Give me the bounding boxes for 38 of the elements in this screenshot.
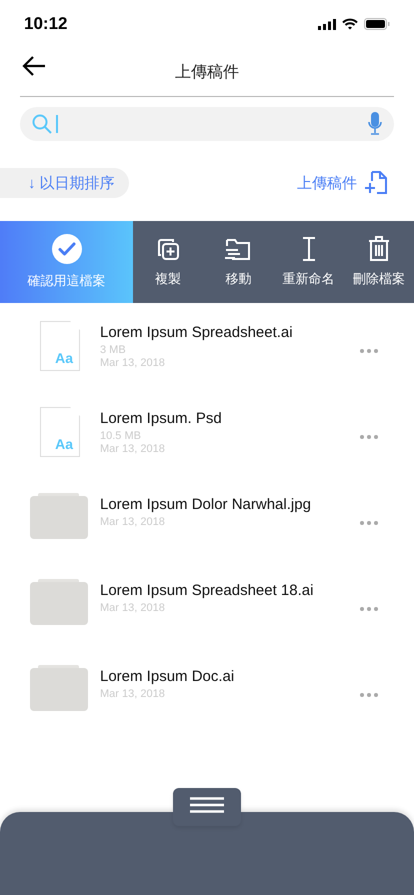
folder-icon [224, 236, 252, 262]
search-field[interactable] [20, 107, 394, 141]
more-options-icon[interactable] [358, 433, 380, 441]
back-arrow-icon [22, 56, 46, 76]
signal-icon [318, 18, 336, 30]
folder-thumbnail [30, 493, 88, 539]
menu-icon [190, 797, 224, 813]
copy-icon [156, 236, 180, 262]
checkmark-icon [52, 234, 82, 264]
search-icon [32, 114, 52, 134]
microphone-icon[interactable] [368, 112, 382, 136]
status-time: 10:12 [24, 14, 68, 34]
action-button[interactable]: 刪除檔案 [344, 221, 414, 303]
file-add-icon[interactable] [365, 171, 387, 195]
back-button[interactable] [22, 56, 46, 76]
battery-icon [364, 18, 390, 30]
page-title: 上傳稿件 [175, 62, 239, 82]
document-thumbnail: Aa [40, 407, 80, 457]
more-options-icon[interactable] [358, 347, 380, 355]
text-cursor-icon [300, 236, 317, 262]
file-name: Lorem Ipsum Spreadsheet 18.ai [100, 582, 314, 599]
folder-thumbnail [30, 665, 88, 711]
file-name: Lorem Ipsum Dolor Narwhal.jpg [100, 496, 312, 513]
action-button[interactable]: 移動 [203, 221, 274, 303]
action-button[interactable]: 重新命名 [274, 221, 344, 303]
file-name: Lorem Ipsum. Psd [100, 410, 223, 427]
file-name: Lorem Ipsum Spreadsheet.ai [100, 324, 294, 341]
file-name: Lorem Ipsum Doc.ai [100, 668, 236, 685]
action-button[interactable]: 複製 [133, 221, 204, 303]
trash-icon [368, 236, 390, 262]
document-thumbnail: Aa [40, 321, 80, 371]
menu-handle[interactable] [173, 788, 241, 826]
more-options-icon[interactable] [358, 691, 380, 699]
more-options-icon[interactable] [358, 519, 380, 527]
upload-link[interactable]: 上傳稿件 [297, 174, 357, 192]
more-options-icon[interactable] [358, 605, 380, 613]
folder-thumbnail [30, 579, 88, 625]
wifi-icon [342, 18, 358, 30]
